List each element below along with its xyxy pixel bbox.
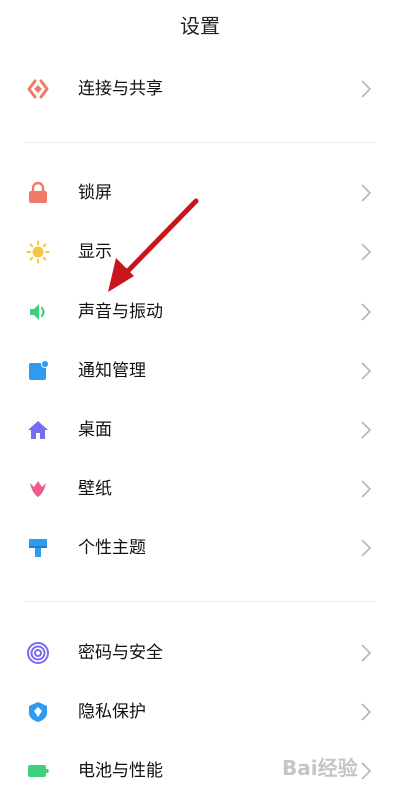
chevron-right-icon [361,303,372,321]
settings-item-label: 声音与振动 [78,302,163,322]
chevron-right-icon [361,703,372,721]
watermark-logo: Bai经验 [282,756,358,780]
chevron-right-icon [361,644,372,662]
settings-item-themes[interactable]: 个性主题 [0,522,400,574]
settings-item-password-security[interactable]: 密码与安全 [0,627,400,679]
chevron-right-icon [361,539,372,557]
lock-icon [29,181,47,203]
section-divider [24,142,376,143]
settings-item-wallpaper[interactable]: 壁纸 [0,463,400,515]
fingerprint-icon [27,642,49,664]
settings-item-notifications[interactable]: 通知管理 [0,345,400,397]
settings-item-lock-screen[interactable]: 锁屏 [0,167,400,219]
chevron-right-icon [361,362,372,380]
tulip-icon [30,481,46,497]
share-icon [27,79,49,99]
notification-icon [29,360,49,380]
brush-icon [29,539,47,557]
settings-item-label: 隐私保护 [78,702,146,722]
settings-item-label: 锁屏 [78,183,112,203]
settings-item-label: 密码与安全 [78,643,163,663]
home-icon [28,421,48,439]
battery-icon [28,765,49,777]
section-divider [24,601,376,602]
settings-item-connection-sharing[interactable]: 连接与共享 [0,63,400,115]
chevron-right-icon [361,421,372,439]
settings-item-sound-vibration[interactable]: 声音与振动 [0,286,400,338]
settings-item-privacy[interactable]: 隐私保护 [0,686,400,738]
settings-item-label: 电池与性能 [78,761,163,781]
privacy-shield-icon [29,702,47,722]
settings-item-display[interactable]: 显示 [0,226,400,278]
page-title: 设置 [180,14,220,38]
chevron-right-icon [361,184,372,202]
settings-item-label: 通知管理 [78,361,146,381]
settings-item-label: 桌面 [78,420,112,440]
sun-icon [26,240,50,264]
settings-item-label: 连接与共享 [78,79,163,99]
settings-item-desktop[interactable]: 桌面 [0,404,400,456]
settings-item-label: 个性主题 [78,538,146,558]
chevron-right-icon [361,80,372,98]
settings-item-label: 壁纸 [78,479,112,499]
chevron-right-icon [361,480,372,498]
chevron-right-icon [361,243,372,261]
speaker-icon [30,304,45,320]
settings-item-label: 显示 [78,242,112,262]
